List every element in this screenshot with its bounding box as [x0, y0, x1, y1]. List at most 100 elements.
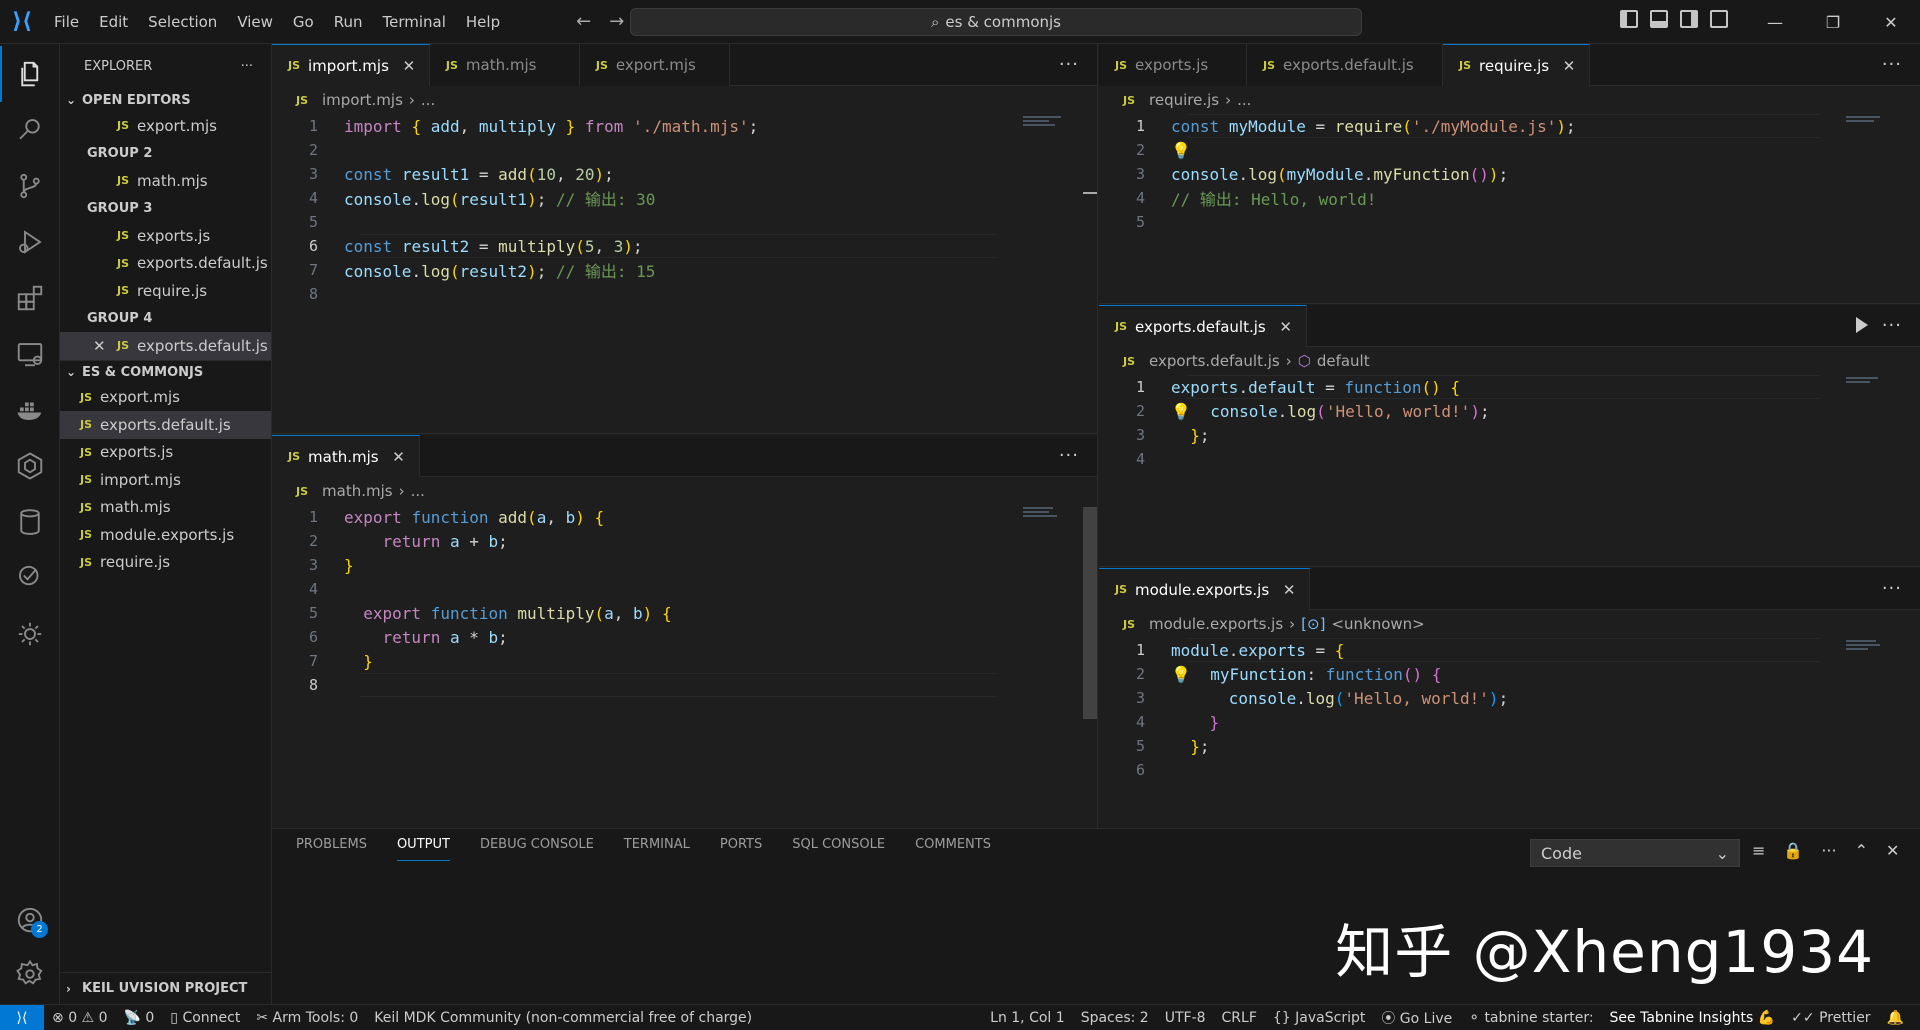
search-icon[interactable]: [0, 102, 60, 158]
file-tree-item[interactable]: JS math.mjs: [60, 494, 271, 522]
accounts-icon[interactable]: 2: [0, 892, 60, 948]
maximize-panel-icon[interactable]: ⌃: [1855, 841, 1868, 860]
more-actions-icon[interactable]: ···: [1821, 841, 1836, 860]
lightbulb-icon[interactable]: 💡: [1171, 665, 1191, 684]
database-icon[interactable]: [0, 494, 60, 550]
keil-project-header[interactable]: › KEIL UVISION PROJECT: [60, 972, 272, 1004]
tab-require-js[interactable]: JS require.js ✕: [1443, 44, 1591, 86]
connect-status[interactable]: ▯ Connect: [162, 1010, 248, 1026]
toggle-primary-sidebar-icon[interactable]: [1620, 10, 1638, 28]
tab-exports-js[interactable]: JS exports.js: [1099, 44, 1247, 86]
close-tab-icon[interactable]: ✕: [1278, 318, 1294, 336]
code-editor[interactable]: 1 exports.default = function() { 2 💡 conso…: [1099, 375, 1920, 471]
open-editor-item[interactable]: JS exports.js: [60, 222, 271, 250]
open-editor-item[interactable]: JS math.mjs: [60, 167, 271, 195]
folder-header[interactable]: ⌄ ES & COMMONJS: [60, 359, 271, 384]
back-arrow-icon[interactable]: ←: [576, 11, 591, 32]
kubernetes-icon[interactable]: [0, 438, 60, 494]
more-actions-icon[interactable]: ···: [1059, 445, 1079, 466]
file-tree-item[interactable]: JS exports.default.js: [60, 411, 271, 439]
tab-import-mjs[interactable]: JS import.mjs ✕: [272, 44, 430, 86]
go-live-button[interactable]: ⦿ Go Live: [1373, 1008, 1460, 1028]
more-actions-icon[interactable]: ···: [1882, 578, 1902, 599]
file-tree-item[interactable]: JS require.js: [60, 549, 271, 577]
menu-go[interactable]: Go: [283, 0, 324, 44]
prettier-status[interactable]: ✓✓ Prettier: [1783, 1010, 1878, 1026]
minimap[interactable]: [1846, 116, 1886, 124]
more-actions-icon[interactable]: ···: [1882, 315, 1902, 336]
close-tab-icon[interactable]: ✕: [391, 448, 407, 466]
tab-math-mjs[interactable]: JS math.mjs ✕: [272, 435, 420, 477]
remote-indicator-icon[interactable]: ⟩⟨: [0, 1004, 44, 1030]
minimap[interactable]: [1846, 377, 1886, 385]
arm-tools-status[interactable]: ✂ Arm Tools: 0: [248, 1010, 366, 1026]
toggle-panel-icon[interactable]: [1650, 10, 1668, 28]
file-tree-item[interactable]: JS exports.js: [60, 439, 271, 467]
customize-layout-icon[interactable]: [1710, 10, 1728, 28]
language-mode[interactable]: {} JavaScript: [1265, 1010, 1373, 1026]
code-editor[interactable]: 1 module.exports = { 2 💡 myFunction: funct…: [1099, 638, 1920, 782]
clear-output-icon[interactable]: ≡: [1752, 841, 1765, 860]
tab-debug-console[interactable]: DEBUG CONSOLE: [480, 837, 594, 861]
docker-icon[interactable]: [0, 382, 60, 438]
remote-explorer-icon[interactable]: [0, 326, 60, 382]
tab-output[interactable]: OUTPUT: [396, 837, 450, 861]
minimize-button[interactable]: —: [1746, 0, 1804, 44]
code-editor[interactable]: 1 import { add, multiply } from './math.m…: [272, 114, 1097, 306]
extensions-icon[interactable]: [0, 270, 60, 326]
more-actions-icon[interactable]: ···: [1882, 54, 1902, 75]
open-editor-item[interactable]: JS export.mjs: [60, 112, 271, 140]
code-editor[interactable]: 1 export function add(a, b) { 2 return a …: [272, 505, 1097, 697]
lightbulb-icon[interactable]: 💡: [1171, 141, 1191, 160]
cursor-position[interactable]: Ln 1, Col 1: [982, 1010, 1073, 1026]
manage-gear-icon[interactable]: [0, 946, 60, 1002]
minimap[interactable]: [1023, 116, 1063, 128]
tab-exports-default-js[interactable]: JS exports.default.js ✕: [1099, 305, 1307, 347]
keil-status[interactable]: Keil MDK Community (non-commercial free …: [366, 1010, 760, 1026]
source-control-icon[interactable]: [0, 158, 60, 214]
close-icon[interactable]: ✕: [93, 337, 117, 355]
close-tab-icon[interactable]: ✕: [401, 57, 417, 75]
close-tab-icon[interactable]: ✕: [1281, 581, 1297, 599]
toggle-secondary-sidebar-icon[interactable]: [1680, 10, 1698, 28]
minimap[interactable]: [1023, 507, 1063, 519]
menu-help[interactable]: Help: [456, 0, 510, 44]
open-editors-header[interactable]: ⌄ OPEN EDITORS: [60, 88, 271, 112]
encoding[interactable]: UTF-8: [1157, 1010, 1214, 1026]
tabnine-status[interactable]: ⚬ tabnine starter:: [1460, 1010, 1601, 1026]
menu-file[interactable]: File: [44, 0, 89, 44]
menu-view[interactable]: View: [227, 0, 283, 44]
run-code-icon[interactable]: [1856, 317, 1868, 333]
more-actions-icon[interactable]: ···: [1059, 54, 1079, 75]
file-tree-item[interactable]: JS module.exports.js: [60, 521, 271, 549]
tab-math-mjs[interactable]: JS math.mjs: [429, 44, 580, 86]
forward-arrow-icon[interactable]: →: [609, 11, 624, 32]
restore-button[interactable]: ❐: [1804, 0, 1862, 44]
file-tree-item[interactable]: JS export.mjs: [60, 384, 271, 412]
open-editor-item[interactable]: JS require.js: [60, 277, 271, 305]
tab-module-exports-js[interactable]: JS module.exports.js ✕: [1099, 568, 1311, 610]
arm-tools-icon[interactable]: [0, 606, 60, 662]
tab-problems[interactable]: PROBLEMS: [296, 837, 367, 861]
tab-ports[interactable]: PORTS: [720, 837, 762, 861]
vertical-scrollbar[interactable]: [1083, 507, 1097, 719]
minimap[interactable]: [1846, 640, 1886, 652]
tabnine-insights-link[interactable]: See Tabnine Insights 💪: [1602, 1010, 1784, 1026]
menu-selection[interactable]: Selection: [138, 0, 227, 44]
code-editor[interactable]: 1 const myModule = require('./myModule.js…: [1099, 114, 1920, 234]
tab-export-mjs[interactable]: JS export.mjs: [579, 44, 730, 86]
lock-icon[interactable]: 🔒: [1783, 841, 1803, 860]
file-tree-item[interactable]: JS import.mjs: [60, 466, 271, 494]
run-debug-icon[interactable]: [0, 214, 60, 270]
open-editor-item[interactable]: JS exports.default.js: [60, 250, 271, 278]
output-channel-select[interactable]: Code ⌄: [1530, 839, 1740, 867]
command-center[interactable]: ⌕ es & commonjs: [630, 8, 1362, 36]
tab-exports-default-js[interactable]: JS exports.default.js: [1247, 44, 1443, 86]
close-window-button[interactable]: ✕: [1862, 0, 1920, 44]
lightbulb-icon[interactable]: 💡: [1171, 402, 1191, 421]
menu-run[interactable]: Run: [324, 0, 373, 44]
ports-status[interactable]: 📡 0: [115, 1010, 162, 1026]
menu-terminal[interactable]: Terminal: [373, 0, 456, 44]
tab-comments[interactable]: COMMENTS: [915, 837, 991, 861]
close-tab-icon[interactable]: ✕: [1561, 57, 1577, 75]
